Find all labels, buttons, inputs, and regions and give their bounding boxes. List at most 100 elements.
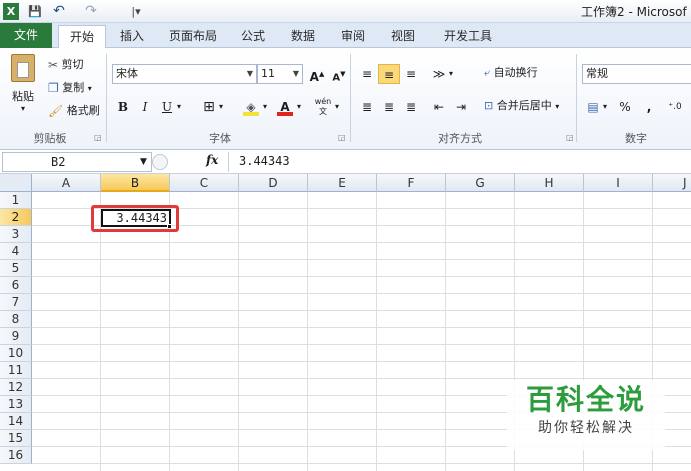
column-header-a[interactable]: A	[32, 174, 101, 192]
row-header-5[interactable]: 5	[0, 260, 32, 277]
undo-icon[interactable]: ↶	[50, 3, 68, 20]
formula-input[interactable]: 3.44343	[228, 152, 691, 172]
row-header-14[interactable]: 14	[0, 413, 32, 430]
row-header-2[interactable]: 2	[0, 209, 32, 226]
align-top-icon[interactable]: ≡	[356, 64, 378, 84]
watermark-title: 百科全说	[525, 383, 646, 416]
format-painter-label: 格式刷	[66, 104, 100, 117]
percent-button[interactable]: %	[614, 97, 636, 117]
font-color-icon[interactable]: A	[274, 97, 296, 117]
row-header-11[interactable]: 11	[0, 362, 32, 379]
merge-cells-icon: ⊡	[484, 99, 494, 112]
copy-label: 复制	[62, 81, 85, 94]
align-bottom-icon[interactable]: ≡	[400, 64, 422, 84]
increase-decimal-icon[interactable]: ⁺.0	[664, 97, 686, 117]
row-header-12[interactable]: 12	[0, 379, 32, 396]
shrink-font-label: A	[332, 72, 341, 84]
name-box[interactable]: B2	[2, 152, 152, 172]
chevron-down-icon: ▾	[20, 104, 25, 113]
dialog-launcher-icon[interactable]: ◲	[566, 133, 574, 142]
row-header-16[interactable]: 16	[0, 447, 32, 464]
row-header-7[interactable]: 7	[0, 294, 32, 311]
formula-bar-toggle-icon[interactable]	[152, 154, 168, 170]
row-header-8[interactable]: 8	[0, 311, 32, 328]
row-header-4[interactable]: 4	[0, 243, 32, 260]
fill-color-dropdown-icon[interactable]: ▾	[260, 97, 270, 117]
increase-indent-icon[interactable]: ⇥	[450, 97, 472, 117]
currency-dropdown-icon[interactable]: ▾	[600, 97, 610, 117]
cut-button[interactable]: ✂ 剪切	[48, 56, 84, 76]
font-size-value: 11	[261, 67, 275, 80]
tab-page-layout[interactable]: 页面布局	[160, 25, 226, 48]
dialog-launcher-icon[interactable]: ◲	[338, 133, 346, 142]
shrink-font-button[interactable]: A▼	[328, 64, 350, 84]
chevron-down-icon[interactable]: ▼	[140, 152, 147, 172]
align-left-icon[interactable]: ≣	[356, 97, 378, 117]
tab-home[interactable]: 开始	[58, 25, 106, 49]
column-header-f[interactable]: F	[377, 174, 446, 192]
wrap-text-button[interactable]: ⤶ 自动换行	[484, 64, 538, 84]
watermark-subtitle: 助你轻松解决	[538, 420, 634, 436]
align-right-icon[interactable]: ≣	[400, 97, 422, 117]
tab-formulas[interactable]: 公式	[233, 25, 273, 48]
format-painter-button[interactable]: 🖌 格式刷	[48, 102, 100, 122]
row-header-15[interactable]: 15	[0, 430, 32, 447]
dialog-launcher-icon[interactable]: ◲	[94, 133, 102, 142]
save-icon[interactable]: 💾	[27, 3, 43, 20]
tab-developer[interactable]: 开发工具	[435, 25, 501, 48]
title-bar: X 💾 ↶ ↷ |▾ 工作簿2 - Microsof	[0, 0, 691, 23]
phonetic-guide-button[interactable]: wén 文	[312, 97, 334, 117]
tab-review[interactable]: 审阅	[333, 25, 373, 48]
number-format-select[interactable]: 常规	[582, 64, 691, 84]
fill-color-icon[interactable]: ◈	[240, 97, 262, 117]
group-label-clipboard: 剪贴板	[33, 132, 67, 145]
grow-font-button[interactable]: A▲	[306, 64, 328, 84]
ribbon-home: 粘贴 ▾ ✂ 剪切 ❐ 复制 ▾ 🖌 格式刷 剪贴板 ◲ 宋体 ▼ 11 ▼ A▲ …	[0, 48, 691, 150]
column-header-i[interactable]: I	[584, 174, 653, 192]
column-header-h[interactable]: H	[515, 174, 584, 192]
font-color-dropdown-icon[interactable]: ▾	[294, 97, 304, 117]
tab-insert[interactable]: 插入	[112, 25, 152, 48]
decrease-indent-icon[interactable]: ⇤	[428, 97, 450, 117]
tab-file[interactable]: 文件	[0, 23, 52, 48]
highlight-annotation-box	[91, 205, 179, 232]
column-header-j[interactable]: J	[653, 174, 691, 192]
scissors-icon: ✂	[48, 58, 59, 72]
row-header-13[interactable]: 13	[0, 396, 32, 413]
copy-button[interactable]: ❐ 复制 ▾	[48, 79, 92, 99]
tab-view[interactable]: 视图	[383, 25, 423, 48]
borders-dropdown-icon[interactable]: ▾	[216, 97, 226, 117]
underline-dropdown-icon[interactable]: ▾	[174, 97, 184, 117]
orientation-dropdown-icon[interactable]: ▾	[446, 64, 456, 84]
row-header-3[interactable]: 3	[0, 226, 32, 243]
align-middle-icon[interactable]: ≡	[378, 64, 400, 84]
tab-data[interactable]: 数据	[283, 25, 323, 48]
italic-button[interactable]: I	[134, 97, 156, 117]
row-header-9[interactable]: 9	[0, 328, 32, 345]
redo-icon[interactable]: ↷	[82, 3, 100, 20]
window-title: 工作簿2 - Microsof	[581, 5, 687, 19]
row-header-6[interactable]: 6	[0, 277, 32, 294]
phonetic-dropdown-icon[interactable]: ▾	[332, 97, 342, 117]
paste-label: 粘贴	[12, 90, 34, 103]
column-header-e[interactable]: E	[308, 174, 377, 192]
cut-label: 剪切	[61, 58, 84, 71]
font-name-select[interactable]: 宋体 ▼	[112, 64, 257, 84]
row-header-1[interactable]: 1	[0, 192, 32, 209]
paste-button[interactable]: 粘贴 ▾	[6, 54, 40, 120]
insert-function-button[interactable]: fx	[206, 153, 218, 167]
customize-toolbar-icon[interactable]: |▾	[126, 3, 146, 20]
column-header-b[interactable]: B	[101, 174, 170, 192]
merge-center-button[interactable]: ⊡ 合并后居中 ▾	[484, 97, 559, 117]
row-header-10[interactable]: 10	[0, 345, 32, 362]
excel-logo-icon: X	[3, 3, 19, 20]
font-size-select[interactable]: 11 ▼	[257, 64, 303, 84]
select-all-corner[interactable]	[0, 174, 32, 192]
column-header-d[interactable]: D	[239, 174, 308, 192]
bold-button[interactable]: B	[112, 97, 134, 117]
comma-button[interactable]: ,	[638, 97, 660, 117]
merge-center-label: 合并后居中	[496, 99, 552, 112]
align-center-icon[interactable]: ≣	[378, 97, 400, 117]
column-header-c[interactable]: C	[170, 174, 239, 192]
column-header-g[interactable]: G	[446, 174, 515, 192]
